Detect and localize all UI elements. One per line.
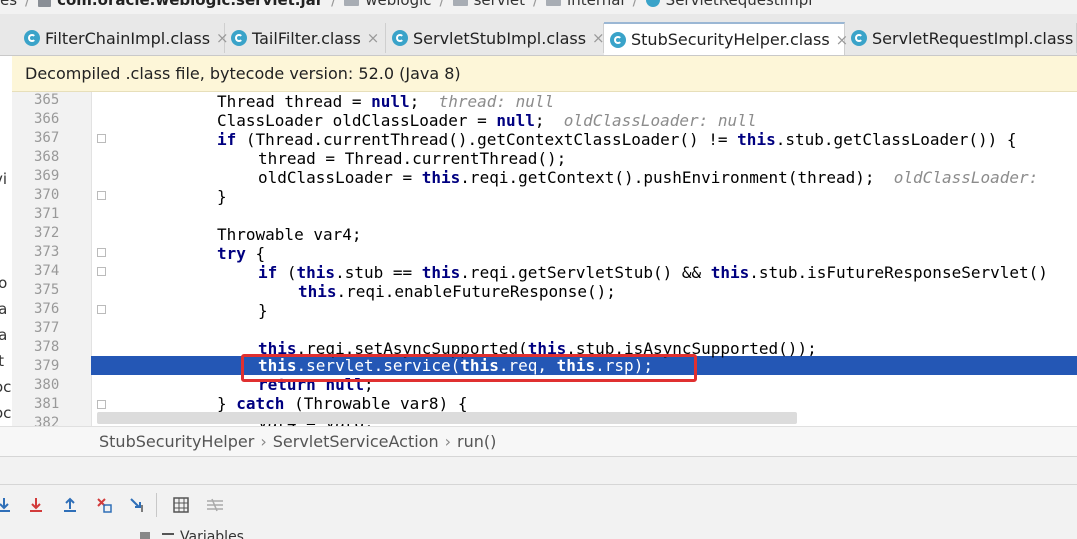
nav-jar[interactable]: com.oracle.weblogic.servlet.jar [57,0,323,9]
decompiled-banner: Decompiled .class file, bytecode version… [12,56,1077,92]
panel-fragment: vi [0,170,8,188]
line-number: 373 [34,244,60,260]
tab-stubsecurityhelper[interactable]: StubSecurityHelper.class × [604,22,848,55]
class-icon [24,30,40,46]
line-number: 372 [34,225,60,241]
line-number: 367 [34,130,60,146]
line-number: 375 [34,282,60,298]
panel-divider [0,456,1077,485]
nav-crumb-servlet[interactable]: servlet [474,0,525,9]
trace-icon[interactable] [205,495,225,515]
code-line-373: try { [217,244,266,263]
step-out-icon[interactable] [60,495,80,515]
tab-label: StubSecurityHelper.class [631,30,830,49]
breadcrumb-arrow-icon: › [260,432,267,451]
nav-crumb-weblogic[interactable]: weblogic [365,0,431,9]
jar-icon [38,0,52,7]
editor-breadcrumb: StubSecurityHelper › ServletServiceAction ›… [0,426,1077,457]
line-number: 371 [34,206,60,222]
step-into-icon[interactable] [0,495,14,515]
inline-value-hint: oldClassLoader: null [563,111,757,130]
panel-fragment: oc [0,378,12,396]
code-line-370: } [217,187,227,206]
class-icon [851,30,867,46]
tab-servletstubimpl[interactable]: ServletStubImpl.class × [386,23,605,53]
line-number: 366 [34,111,60,127]
inline-value-hint: oldClassLoader: [893,168,1039,187]
nav-crumb-internal[interactable]: internal [567,0,625,9]
line-number: 376 [34,301,60,317]
package-icon [546,0,562,6]
panel-fragment: it [0,352,4,370]
close-icon[interactable]: × [592,29,605,47]
panel-fragment: oc [0,404,12,422]
breadcrumb-inner-class[interactable]: ServletServiceAction [273,432,439,451]
line-number: 380 [34,377,60,393]
run-to-cursor-icon[interactable] [128,495,148,515]
navigation-bar: es / com.oracle.weblogic.servlet.jar / web… [0,0,1077,14]
tab-tailfilter[interactable]: TailFilter.class × [225,23,386,53]
line-number: 381 [34,396,60,412]
code-line-372: Throwable var4; [217,225,362,244]
line-number: 378 [34,339,60,355]
inline-value-hint: thread: null [438,92,555,111]
toolbar-separator [156,493,157,517]
code-line-368: thread = Thread.currentThread(); [258,149,567,168]
package-icon [452,0,468,6]
variables-label[interactable]: Variables [180,530,244,539]
nav-current-class[interactable]: ServletRequestImpl [666,0,813,9]
tab-servletrequestimpl[interactable]: ServletRequestImpl.class × [845,23,1077,53]
panel-fragment: lo [0,274,7,292]
code-line-366: ClassLoader oldClassLoader = null; oldCl… [217,111,757,130]
code-line-375: this.reqi.enableFutureResponse(); [298,282,616,301]
line-number: 368 [34,149,60,165]
line-number: 369 [34,168,60,184]
class-icon [610,31,626,48]
variables-icon [162,533,174,539]
horizontal-scrollbar[interactable] [97,412,797,424]
line-number: 365 [34,92,60,108]
class-icon [392,30,408,46]
line-number: 377 [34,320,60,336]
line-number: 370 [34,187,60,203]
code-line-376: } [258,301,268,320]
panel-icon [140,532,150,539]
evaluate-expression-icon[interactable] [171,495,191,515]
line-number: 379 [34,358,60,374]
line-number-gutter[interactable]: 365 366 367 368 369 370 371 372 373 374 … [12,92,106,431]
tab-filterchainimpl[interactable]: FilterChainImpl.class × [18,23,229,53]
panel-fragment: la [0,300,7,318]
code-line-365: Thread thread = null; thread: null [217,92,555,111]
line-number: 374 [34,263,60,279]
panel-fragment: la [0,326,7,344]
code-line-374: if (this.stub == this.reqi.getServletStu… [258,263,1048,282]
drop-frame-icon[interactable] [94,495,114,515]
close-icon[interactable]: × [367,29,380,47]
debug-toolbar [0,484,1077,526]
variables-panel: Variables [0,525,1077,539]
code-editor[interactable]: Thread thread = null; thread: null Class… [91,92,1077,426]
code-line-369: oldClassLoader = this.reqi.getContext().… [258,168,1039,187]
tab-label: FilterChainImpl.class [45,28,211,48]
breadcrumb-method[interactable]: run() [457,432,496,451]
class-icon [231,30,247,46]
red-highlight-box [241,354,697,382]
breadcrumb-class[interactable]: StubSecurityHelper [99,432,254,451]
force-step-into-icon[interactable] [26,495,46,515]
breadcrumb-arrow-icon: › [444,432,451,451]
tab-label: ServletStubImpl.class [413,28,587,48]
editor-tab-bar: FilterChainImpl.class × TailFilter.class… [0,14,1077,56]
package-icon [344,0,360,6]
class-icon [645,0,660,7]
tab-label: ServletRequestImpl.class [872,28,1074,48]
nav-prefix[interactable]: es [0,0,17,9]
code-line-381: } catch (Throwable var8) { [217,394,468,413]
code-line-367: if (Thread.currentThread().getContextCla… [217,130,1017,149]
tab-label: TailFilter.class [252,28,361,48]
